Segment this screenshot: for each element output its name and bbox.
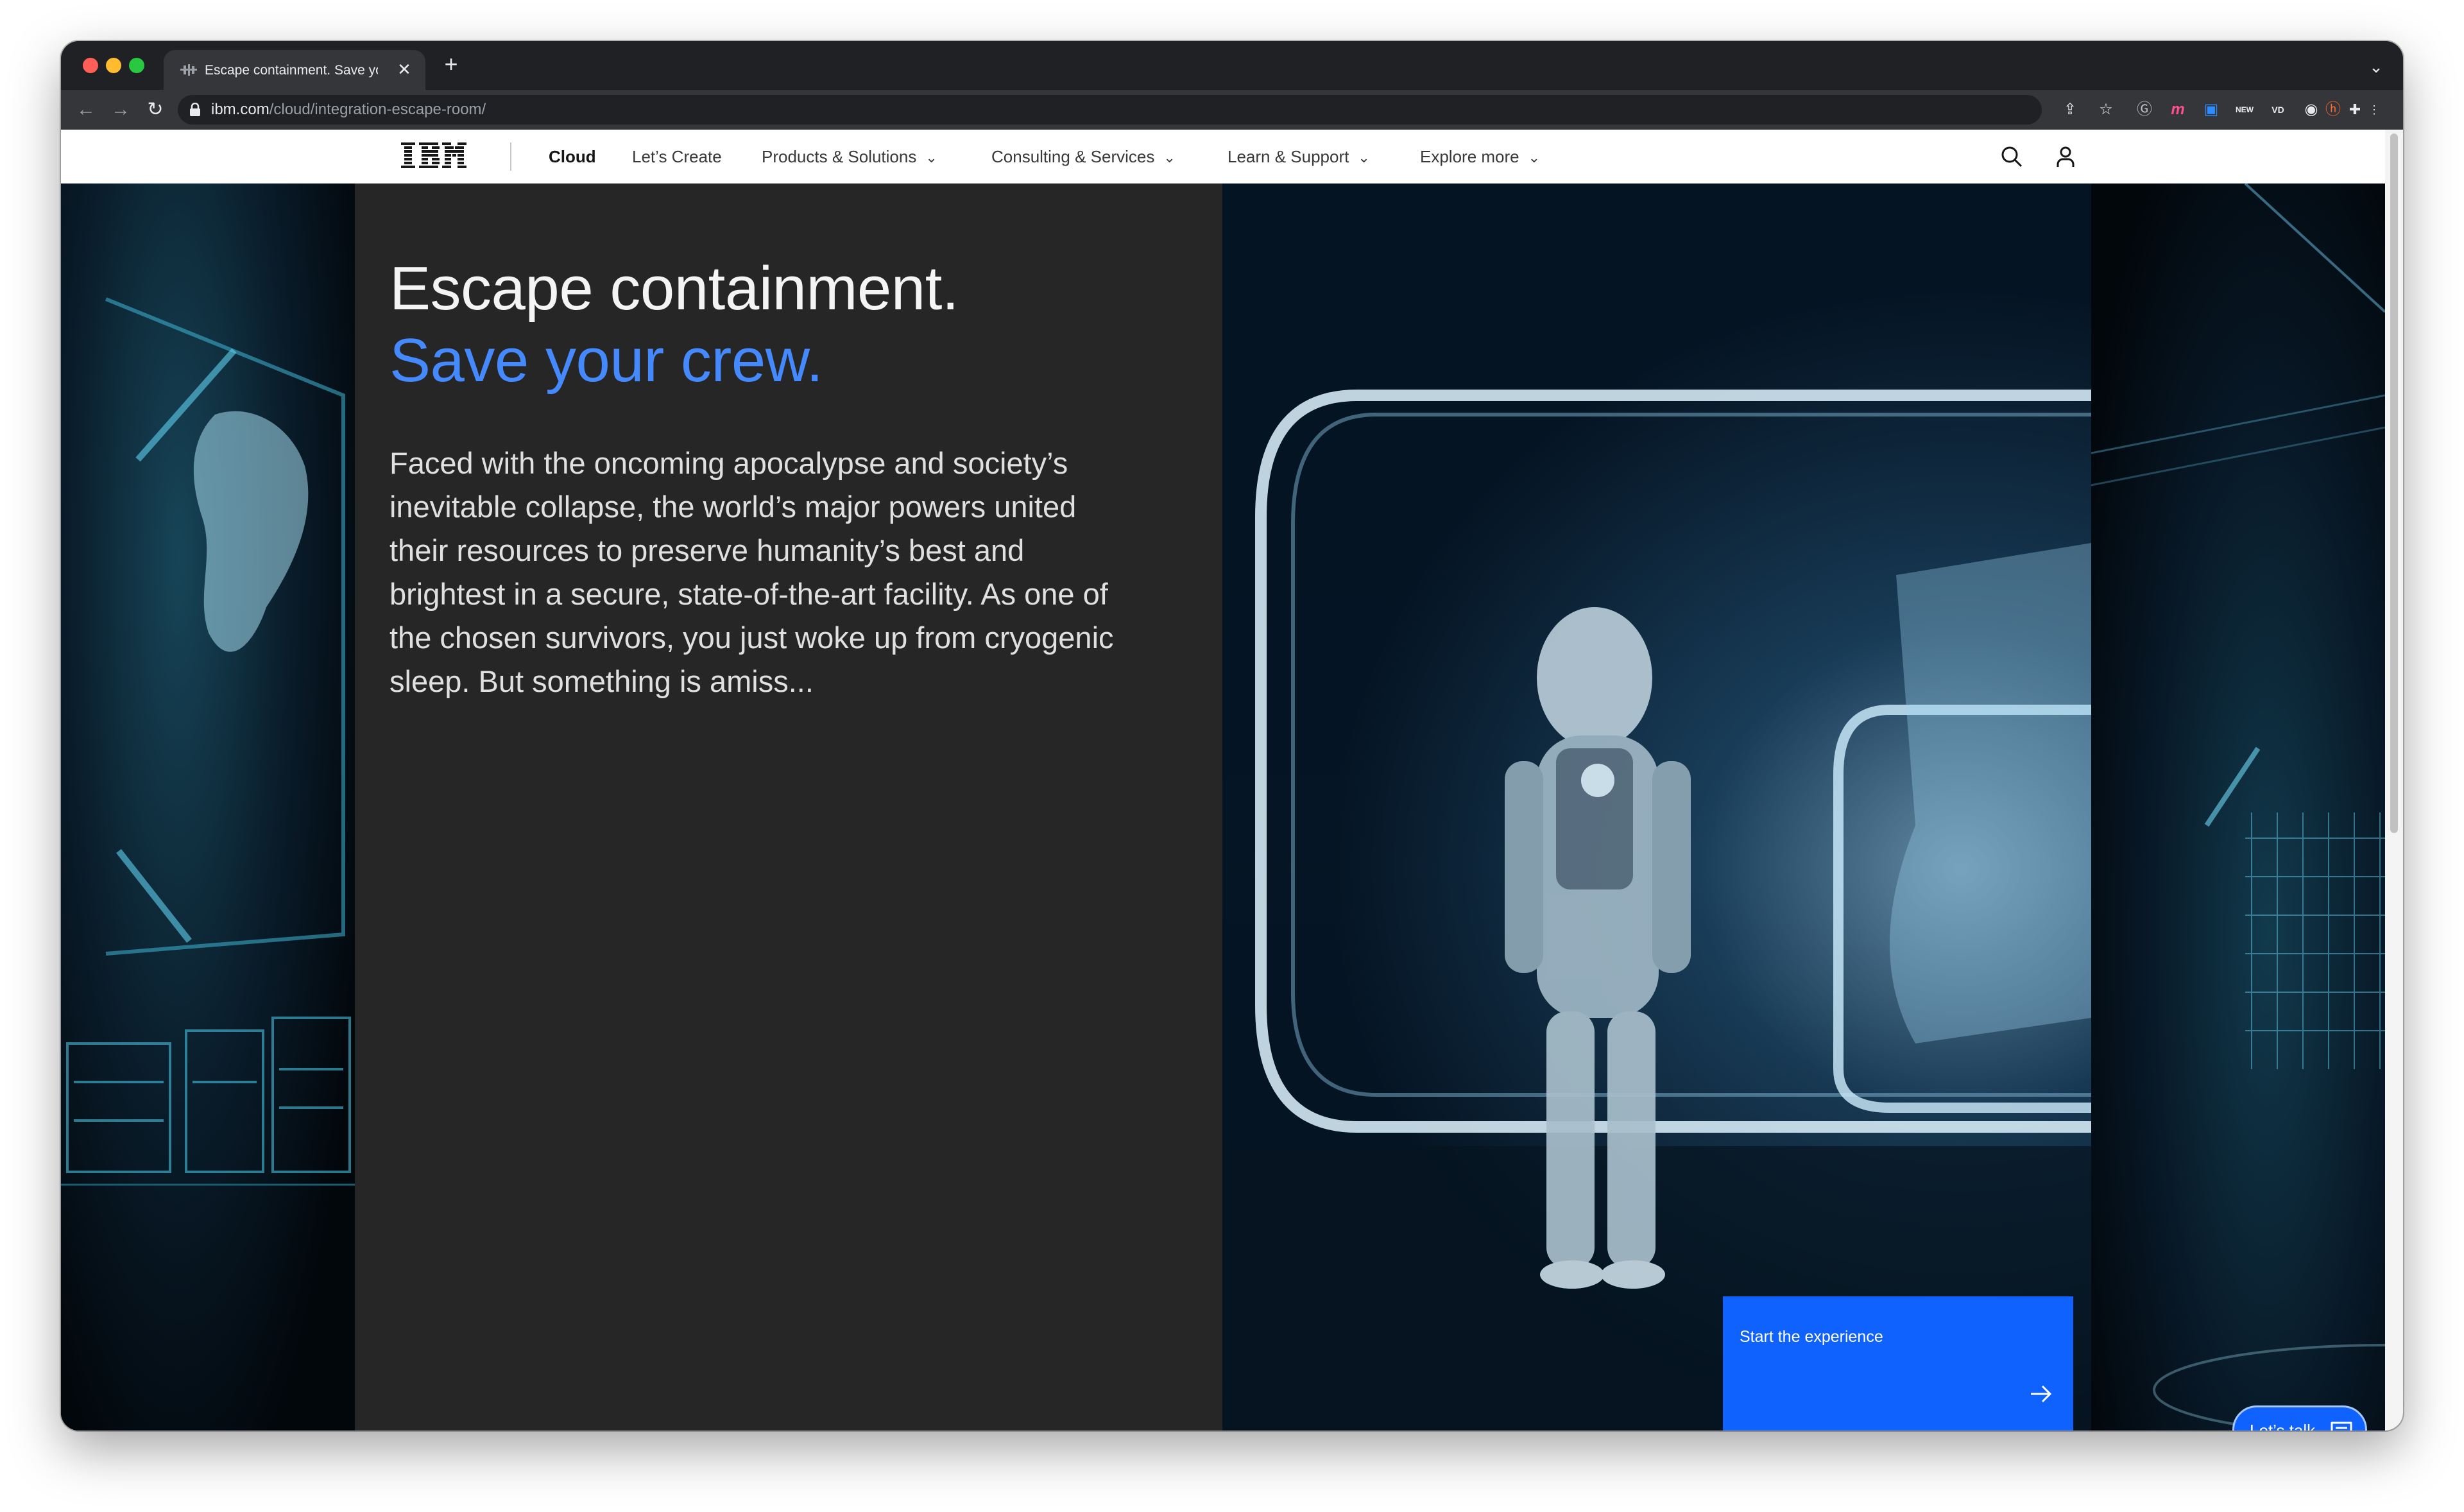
nav-learn-support[interactable]: Learn & Support ⌄ <box>1228 130 1370 184</box>
url-text[interactable]: ibm.com/cloud/integration-escape-room/ <box>211 101 486 119</box>
close-window-button[interactable] <box>83 58 98 73</box>
hero-title-line1: Escape containment. <box>389 254 959 323</box>
tab-strip: Escape containment. Save your crew. ✕ + … <box>61 41 2403 90</box>
chevron-down-icon: ⌄ <box>925 150 937 166</box>
honey-extension-icon[interactable]: ⓗ <box>2321 98 2345 122</box>
astronaut-hero-image <box>1222 184 2091 1430</box>
eye-extension-icon[interactable]: ◉ <box>2299 98 2323 122</box>
hero-right-background-image <box>2091 184 2385 1430</box>
masthead-divider <box>510 142 511 171</box>
share-icon[interactable]: ⇪ <box>2058 98 2082 122</box>
holographic-grid-art <box>2091 184 2385 1430</box>
web-page: Escape containment. Save your crew. Face… <box>61 130 2385 1430</box>
chevron-down-icon: ⌄ <box>1528 150 1541 166</box>
address-bar[interactable]: ibm.com/cloud/integration-escape-room/ <box>178 95 2042 125</box>
reload-icon[interactable]: ↻ <box>143 98 167 122</box>
nav-cloud[interactable]: Cloud <box>549 130 596 184</box>
hero-title-line2: Save your crew. <box>389 326 823 395</box>
nav-consulting-services[interactable]: Consulting & Services ⌄ <box>991 130 1176 184</box>
ibm-favicon-icon <box>180 63 197 77</box>
browser-window: Escape containment. Save your crew. ✕ + … <box>61 41 2403 1430</box>
kebab-menu-icon[interactable]: ⋮ <box>2365 98 2384 122</box>
lets-talk-label: Let’s talk <box>2250 1421 2316 1430</box>
nav-explore-more[interactable]: Explore more ⌄ <box>1420 130 1540 184</box>
start-experience-label: Start the experience <box>1740 1328 1883 1346</box>
new-extension-icon[interactable]: NEW <box>2232 98 2257 122</box>
ibm-masthead: Cloud Let’s Create Products & Solutions ⌄… <box>61 130 2385 184</box>
nav-products-solutions[interactable]: Products & Solutions ⌄ <box>762 130 937 184</box>
browser-toolbar: ← → ↻ ibm.com/cloud/integration-escape-r… <box>61 90 2403 130</box>
url-path: /cloud/integration-escape-room/ <box>269 101 486 118</box>
nav-consulting-services-label: Consulting & Services <box>991 147 1155 166</box>
nav-products-solutions-label: Products & Solutions <box>762 147 917 166</box>
search-icon[interactable] <box>1999 144 2024 169</box>
nav-learn-support-label: Learn & Support <box>1228 147 1349 166</box>
back-arrow-icon[interactable]: ← <box>74 98 98 122</box>
bookmark-star-icon[interactable]: ☆ <box>2094 98 2118 122</box>
maximize-window-button[interactable] <box>129 58 144 73</box>
chat-icon <box>2331 1422 2352 1430</box>
nav-explore-more-label: Explore more <box>1420 147 1519 166</box>
scrollbar-thumb[interactable] <box>2390 133 2398 833</box>
holographic-map-art <box>61 297 355 1186</box>
zoom-icon[interactable]: ▣ <box>2199 98 2223 122</box>
vd-extension-icon[interactable]: VD <box>2266 98 2290 122</box>
browser-tab[interactable]: Escape containment. Save your crew. ✕ <box>164 50 425 90</box>
arrow-right-icon <box>2031 1385 2052 1403</box>
tab-title: Escape containment. Save your crew. <box>205 63 378 78</box>
chevron-down-icon: ⌄ <box>1163 150 1176 166</box>
astronaut-scene-art <box>1222 390 2091 1430</box>
hero-text-panel: Escape containment. Save your crew. Face… <box>355 184 1222 1430</box>
user-profile-icon[interactable] <box>2053 144 2078 169</box>
new-tab-button[interactable]: + <box>440 53 463 76</box>
ibm-logo[interactable] <box>401 141 468 171</box>
url-host: ibm.com <box>211 101 270 118</box>
nav-lets-create-label: Let’s Create <box>632 147 722 166</box>
nav-lets-create[interactable]: Let’s Create <box>632 130 722 184</box>
lock-icon[interactable] <box>189 103 201 117</box>
chevron-down-icon: ⌄ <box>1358 150 1370 166</box>
lets-talk-button[interactable]: Let’s talk <box>2232 1405 2367 1430</box>
page-scrollbar[interactable] <box>2385 130 2403 1430</box>
extension-m-icon[interactable]: m <box>2166 98 2190 122</box>
tab-close-icon[interactable]: ✕ <box>395 59 414 80</box>
hero-title: Escape containment. Save your crew. <box>389 253 1159 397</box>
extension-g-icon[interactable]: Ⓖ <box>2132 98 2157 122</box>
tab-search-chevron-icon[interactable]: ⌄ <box>2365 55 2388 78</box>
minimize-window-button[interactable] <box>106 58 121 73</box>
hero-description: Faced with the oncoming apocalypse and s… <box>389 446 1114 698</box>
hero-left-background-image <box>61 184 355 1430</box>
nav-cloud-label: Cloud <box>549 147 596 166</box>
forward-arrow-icon[interactable]: → <box>108 98 133 122</box>
start-experience-card[interactable]: Start the experience <box>1723 1296 2073 1430</box>
puzzle-extensions-icon[interactable]: ✚ <box>2343 98 2367 122</box>
